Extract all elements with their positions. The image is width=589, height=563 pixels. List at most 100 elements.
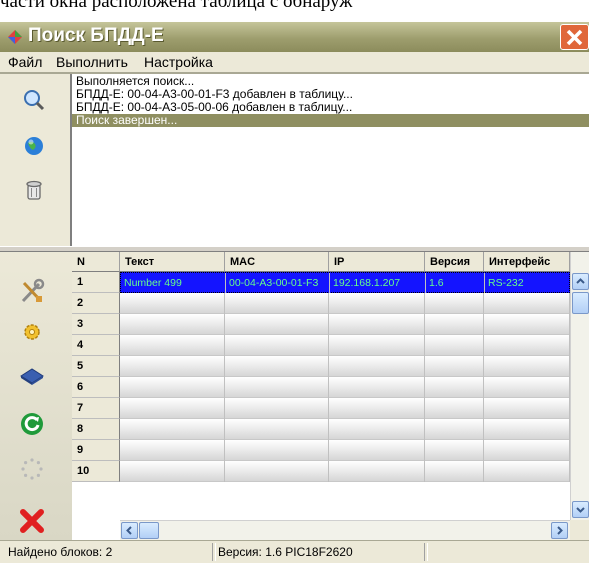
- table-cell[interactable]: [484, 419, 570, 440]
- table-cell[interactable]: [225, 314, 329, 335]
- table-cell[interactable]: Number 499: [121, 273, 226, 294]
- vertical-scrollbar[interactable]: [570, 252, 589, 520]
- table-cell[interactable]: [425, 335, 484, 356]
- table-cell[interactable]: [425, 314, 484, 335]
- title-bar[interactable]: Поиск БПДД-Е: [0, 22, 589, 52]
- refresh-icon[interactable]: [20, 412, 44, 436]
- column-header-ip[interactable]: IP: [329, 252, 425, 272]
- status-found-count: Найдено блоков: 2: [8, 545, 113, 559]
- row-number[interactable]: 2: [72, 293, 120, 314]
- table-cell[interactable]: [120, 314, 225, 335]
- table-cell[interactable]: [329, 461, 425, 482]
- table-cell[interactable]: [120, 440, 225, 461]
- table-cell[interactable]: [120, 461, 225, 482]
- globe-icon[interactable]: [22, 134, 46, 158]
- table-row[interactable]: [120, 356, 570, 377]
- column-header-version[interactable]: Версия: [425, 252, 484, 272]
- table-cell[interactable]: [225, 461, 329, 482]
- table-row[interactable]: [120, 398, 570, 419]
- table-cell[interactable]: [484, 461, 570, 482]
- table-cell[interactable]: [329, 419, 425, 440]
- row-number[interactable]: 6: [72, 377, 120, 398]
- table-row[interactable]: [120, 377, 570, 398]
- scroll-thumb-horizontal[interactable]: [139, 522, 159, 539]
- table-cell[interactable]: 00-04-A3-00-01-F3: [226, 273, 330, 294]
- scroll-right-button[interactable]: [551, 522, 568, 539]
- table-cell[interactable]: [484, 440, 570, 461]
- row-number[interactable]: 3: [72, 314, 120, 335]
- row-number[interactable]: 8: [72, 419, 120, 440]
- table-cell[interactable]: 192.168.1.207: [330, 273, 426, 294]
- table-row-selected[interactable]: Number 499 00-04-A3-00-01-F3 192.168.1.207…: [120, 272, 571, 294]
- table-row[interactable]: [120, 335, 570, 356]
- chip-icon[interactable]: [19, 366, 45, 386]
- row-number[interactable]: 5: [72, 356, 120, 377]
- table-cell[interactable]: [425, 440, 484, 461]
- table-cell[interactable]: [425, 461, 484, 482]
- table-cell[interactable]: 1.6: [426, 273, 485, 294]
- tools-icon[interactable]: [18, 278, 46, 306]
- row-number[interactable]: 1: [72, 272, 120, 293]
- close-button[interactable]: [560, 24, 589, 50]
- table-cell[interactable]: [225, 440, 329, 461]
- table-row[interactable]: [120, 314, 570, 335]
- spinner-icon[interactable]: [20, 457, 44, 481]
- horizontal-scrollbar[interactable]: [120, 520, 570, 540]
- table-cell[interactable]: [329, 335, 425, 356]
- table-cell[interactable]: [329, 293, 425, 314]
- table-cell[interactable]: [425, 419, 484, 440]
- table-cell[interactable]: [425, 398, 484, 419]
- chevron-left-icon: [126, 526, 132, 535]
- scroll-left-button[interactable]: [121, 522, 138, 539]
- row-number[interactable]: 7: [72, 398, 120, 419]
- table-cell[interactable]: [484, 398, 570, 419]
- table-cell[interactable]: [225, 377, 329, 398]
- scroll-down-button[interactable]: [572, 501, 589, 518]
- scroll-up-button[interactable]: [572, 273, 589, 290]
- column-header-mac[interactable]: MAC: [225, 252, 329, 272]
- menu-run[interactable]: Выполнить: [56, 54, 128, 70]
- scroll-thumb[interactable]: [572, 292, 589, 314]
- table-cell[interactable]: RS-232: [485, 273, 571, 294]
- gear-icon[interactable]: [23, 323, 41, 341]
- table-cell[interactable]: [484, 293, 570, 314]
- table-cell[interactable]: [225, 293, 329, 314]
- menu-settings[interactable]: Настройка: [144, 54, 213, 70]
- column-header-text[interactable]: Текст: [120, 252, 225, 272]
- exit-icon[interactable]: [18, 507, 46, 535]
- row-number[interactable]: 4: [72, 335, 120, 356]
- table-cell[interactable]: [484, 314, 570, 335]
- table-cell[interactable]: [120, 356, 225, 377]
- row-number-header[interactable]: N: [72, 252, 120, 272]
- table-cell[interactable]: [225, 335, 329, 356]
- column-header-interface[interactable]: Интерфейс: [484, 252, 570, 272]
- table-cell[interactable]: [484, 356, 570, 377]
- table-cell[interactable]: [425, 377, 484, 398]
- table-cell[interactable]: [120, 419, 225, 440]
- search-icon[interactable]: [22, 88, 46, 112]
- table-row[interactable]: [120, 461, 570, 482]
- row-number[interactable]: 10: [72, 461, 120, 482]
- table-cell[interactable]: [329, 356, 425, 377]
- table-cell[interactable]: [329, 398, 425, 419]
- table-cell[interactable]: [120, 377, 225, 398]
- table-cell[interactable]: [120, 398, 225, 419]
- table-cell[interactable]: [225, 419, 329, 440]
- table-row[interactable]: [120, 293, 570, 314]
- menu-file[interactable]: Файл: [8, 54, 42, 70]
- table-row[interactable]: [120, 440, 570, 461]
- table-cell[interactable]: [425, 293, 484, 314]
- table-cell[interactable]: [120, 335, 225, 356]
- trash-icon[interactable]: [22, 178, 46, 202]
- table-cell[interactable]: [225, 398, 329, 419]
- table-cell[interactable]: [225, 356, 329, 377]
- table-cell[interactable]: [425, 356, 484, 377]
- table-cell[interactable]: [484, 335, 570, 356]
- table-cell[interactable]: [329, 377, 425, 398]
- table-row[interactable]: [120, 419, 570, 440]
- table-cell[interactable]: [120, 293, 225, 314]
- table-cell[interactable]: [484, 377, 570, 398]
- row-number[interactable]: 9: [72, 440, 120, 461]
- table-cell[interactable]: [329, 440, 425, 461]
- table-cell[interactable]: [329, 314, 425, 335]
